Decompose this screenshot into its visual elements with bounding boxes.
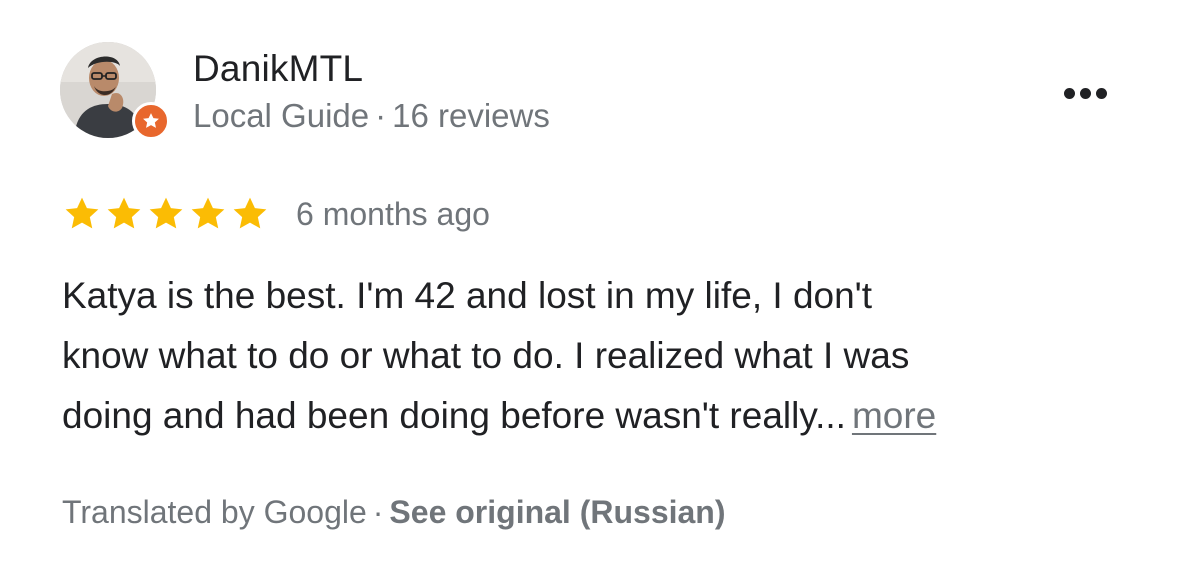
more-options-button[interactable] [1055,76,1115,110]
translation-separator: · [372,494,384,530]
author-avatar-container[interactable] [60,42,170,142]
author-meta: Local Guide · 16 reviews [193,96,550,136]
review-count: 16 reviews [392,97,550,134]
review-text-line: Katya is the best. I'm 42 and lost in my… [62,275,873,316]
see-original-link[interactable]: See original (Russian) [389,494,725,530]
more-horizontal-icon-dot [1079,87,1091,99]
review-text: Katya is the best. I'm 42 and lost in my… [62,266,1132,446]
review-text-line: know what to do or what to do. I realize… [62,335,910,376]
star-icon [149,197,183,229]
translated-by-label: Translated by Google [62,494,367,530]
star-rating [62,194,270,234]
star-icon [107,197,141,229]
star-badge-icon [143,113,159,128]
rating-row: 6 months ago [62,192,490,236]
star-icon [65,197,99,229]
local-guide-badge [132,102,170,140]
author-name[interactable]: DanikMTL [193,47,363,91]
review-card: DanikMTL Local Guide · 16 reviews 6 months… [0,0,1179,569]
meta-separator: · [375,97,387,134]
more-horizontal-icon-dot [1095,87,1107,99]
local-guide-label: Local Guide [193,97,370,134]
review-text-line-content: doing and had been doing before wasn't r… [62,395,846,436]
star-icon [233,197,267,229]
translation-note: Translated by Google · See original (Russi… [62,490,726,534]
more-link[interactable]: more [852,395,936,436]
star-icon [191,197,225,229]
review-date: 6 months ago [296,196,490,232]
more-horizontal-icon [1063,87,1075,99]
review-text-line-last: doing and had been doing before wasn't r… [62,386,1132,446]
